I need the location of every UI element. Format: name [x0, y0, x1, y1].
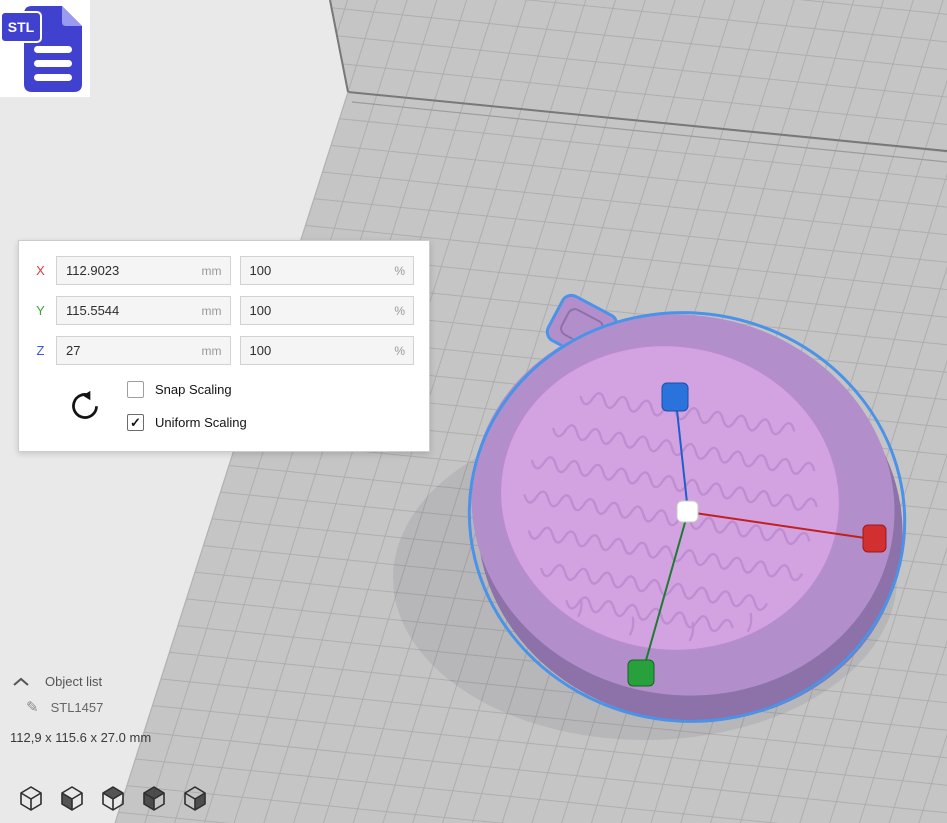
scale-y-percent-field: % — [240, 296, 415, 325]
scale-z-mm-field: mm — [56, 336, 231, 365]
snap-scaling-checkbox[interactable]: Snap Scaling — [127, 381, 247, 398]
view-left-icon — [141, 785, 167, 811]
view-3d-button[interactable] — [16, 782, 48, 814]
gizmo-center-handle[interactable] — [677, 501, 698, 522]
uniform-scaling-label: Uniform Scaling — [155, 415, 247, 430]
view-3d-icon — [18, 785, 44, 811]
view-top-button[interactable] — [98, 782, 130, 814]
scale-z-mm-input[interactable] — [56, 336, 231, 365]
view-top-icon — [100, 785, 126, 811]
document-line — [34, 46, 72, 53]
view-front-icon — [59, 785, 85, 811]
scale-z-percent-input[interactable] — [240, 336, 415, 365]
view-left-button[interactable] — [139, 782, 171, 814]
scale-x-mm-input[interactable] — [56, 256, 231, 285]
object-list-title: Object list — [45, 674, 102, 689]
scale-tool-panel: X mm % Y mm % Z mm — [18, 240, 430, 452]
scale-x-mm-field: mm — [56, 256, 231, 285]
reset-icon — [69, 390, 101, 422]
application-window: STL X mm % Y mm % — [0, 0, 947, 823]
checkbox-box-checked — [127, 414, 144, 431]
gizmo-y-handle[interactable] — [628, 660, 654, 686]
edit-icon: ✎ — [26, 700, 39, 715]
view-right-button[interactable] — [180, 782, 212, 814]
axis-y-label: Y — [34, 303, 47, 318]
gizmo-z-handle[interactable] — [662, 383, 688, 411]
scale-row-y: Y mm % — [34, 296, 414, 325]
scale-row-x: X mm % — [34, 256, 414, 285]
scale-x-percent-input[interactable] — [240, 256, 415, 285]
object-list-header[interactable]: Object list — [12, 674, 151, 689]
scale-x-percent-field: % — [240, 256, 415, 285]
document-line — [34, 74, 72, 81]
view-right-icon — [182, 785, 208, 811]
scale-y-mm-input[interactable] — [56, 296, 231, 325]
stl-badge-label: STL — [8, 19, 35, 35]
stl-file-icon: STL — [0, 0, 90, 97]
object-name-label: STL1457 — [51, 700, 104, 715]
view-front-button[interactable] — [57, 782, 89, 814]
checkbox-box-unchecked — [127, 381, 144, 398]
uniform-scaling-checkbox[interactable]: Uniform Scaling — [127, 414, 247, 431]
document-line — [34, 60, 72, 67]
axis-x-label: X — [34, 263, 47, 278]
object-list-item[interactable]: ✎ STL1457 — [26, 700, 151, 715]
scale-options: Snap Scaling Uniform Scaling — [34, 381, 414, 431]
model-dimensions-label: 112,9 x 115.6 x 27.0 mm — [10, 730, 151, 745]
reset-scale-button[interactable] — [69, 390, 101, 422]
object-list-panel: Object list ✎ STL1457 112,9 x 115.6 x 27… — [12, 674, 151, 745]
scale-z-percent-field: % — [240, 336, 415, 365]
chevron-up-icon — [12, 677, 30, 687]
gizmo-x-handle[interactable] — [863, 525, 886, 552]
scale-y-percent-input[interactable] — [240, 296, 415, 325]
scale-row-z: Z mm % — [34, 336, 414, 365]
snap-scaling-label: Snap Scaling — [155, 382, 232, 397]
scale-y-mm-field: mm — [56, 296, 231, 325]
view-preset-toolbar — [16, 782, 212, 814]
axis-z-label: Z — [34, 343, 47, 358]
